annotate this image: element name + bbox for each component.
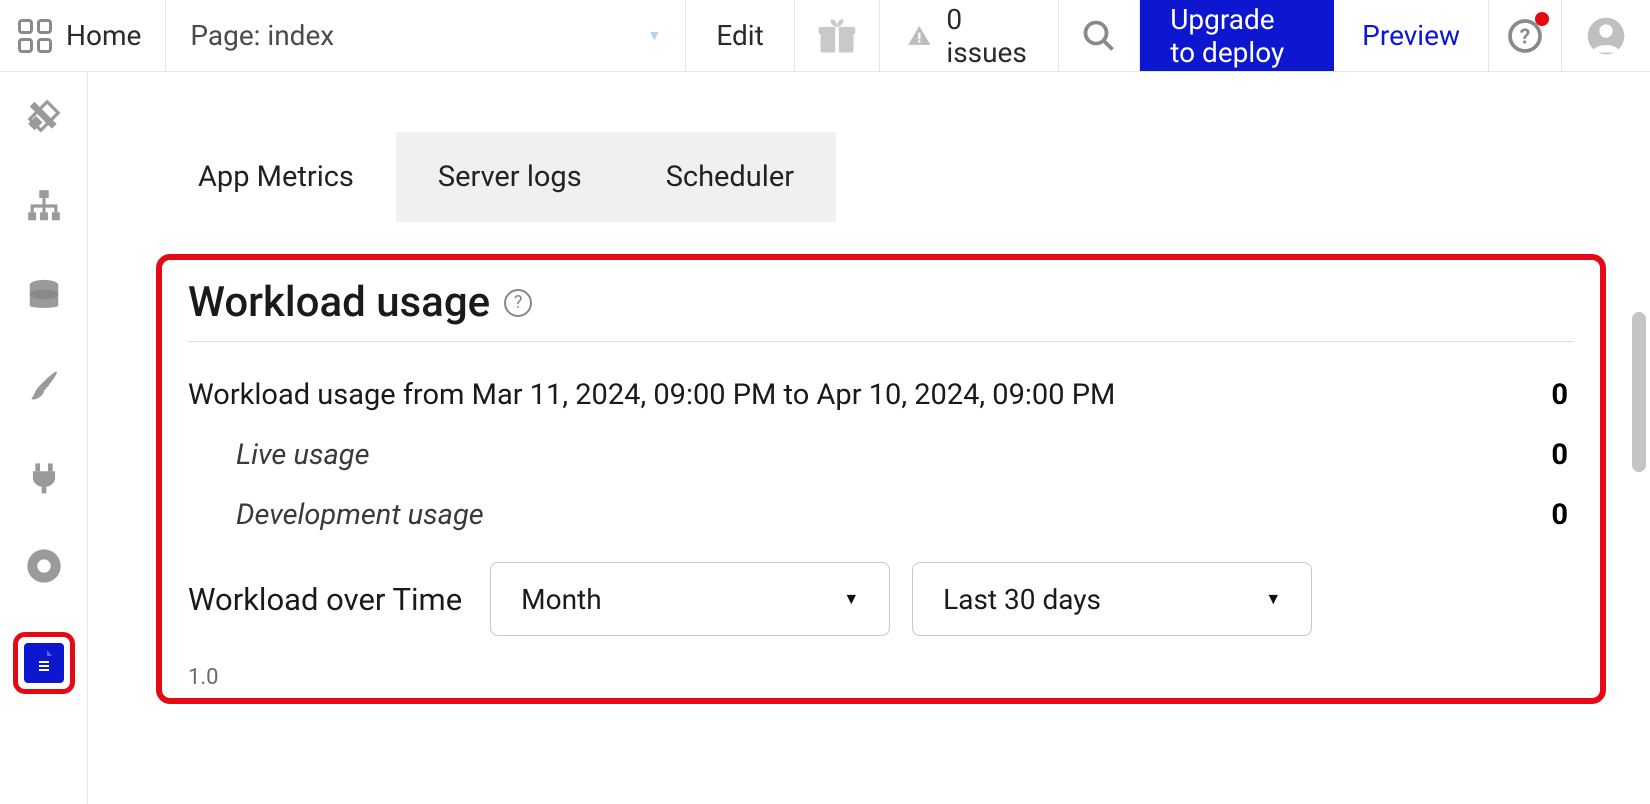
card-title: Workload usage [188, 278, 490, 327]
sidebar-data[interactable] [20, 272, 68, 320]
database-icon [25, 277, 63, 315]
sidebar-styles[interactable] [20, 362, 68, 410]
sitemap-icon [25, 187, 63, 225]
usage-range-value: 0 [1551, 378, 1574, 412]
document-icon [31, 648, 57, 678]
sidebar [0, 72, 88, 804]
sidebar-design[interactable] [20, 92, 68, 140]
search-button[interactable] [1059, 0, 1140, 71]
tabs: App Metrics Server logs Scheduler [156, 132, 1650, 222]
grid-icon [18, 19, 52, 53]
account-button[interactable] [1562, 0, 1650, 71]
range-dropdown-value: Last 30 days [943, 583, 1101, 616]
range-dropdown[interactable]: Last 30 days ▼ [912, 562, 1312, 636]
edit-button[interactable]: Edit [686, 0, 794, 71]
upgrade-label: Upgrade to deploy [1170, 3, 1304, 69]
workload-usage-card: Workload usage ? Workload usage from Mar… [156, 254, 1606, 704]
tab-server-logs[interactable]: Server logs [396, 132, 624, 222]
card-heading: Workload usage ? [188, 278, 1574, 327]
brush-icon [25, 367, 63, 405]
scrollbar[interactable] [1632, 312, 1646, 472]
warning-icon [906, 21, 933, 51]
chart-y-tick: 1.0 [188, 665, 219, 690]
help-icon[interactable]: ? [504, 289, 532, 317]
sidebar-workflow[interactable] [20, 182, 68, 230]
gear-icon [24, 546, 64, 586]
home-label: Home [66, 19, 141, 52]
layout: App Metrics Server logs Scheduler Worklo… [0, 72, 1650, 804]
sidebar-settings[interactable] [20, 542, 68, 590]
divider [188, 341, 1574, 342]
dev-usage-label: Development usage [188, 498, 484, 532]
help-button[interactable]: ? [1489, 0, 1562, 71]
preview-button[interactable]: Preview [1334, 0, 1489, 71]
sidebar-logs-highlight [13, 632, 75, 694]
preview-label: Preview [1362, 19, 1460, 52]
gift-button[interactable] [795, 0, 880, 71]
chevron-down-icon: ▼ [1265, 589, 1281, 609]
plug-icon [25, 457, 63, 495]
usage-range-label: Workload usage from Mar 11, 2024, 09:00 … [188, 378, 1115, 412]
usage-row-live: Live usage 0 [188, 438, 1574, 472]
topbar: Home Page: index ▼ Edit 0 issues Upgra [0, 0, 1650, 72]
workload-over-time-label: Workload over Time [188, 581, 462, 618]
tab-label: App Metrics [198, 160, 354, 194]
interval-dropdown[interactable]: Month ▼ [490, 562, 890, 636]
interval-dropdown-value: Month [521, 583, 601, 616]
edit-label: Edit [716, 19, 763, 52]
gift-icon [815, 14, 859, 58]
tab-label: Server logs [438, 160, 582, 194]
main: App Metrics Server logs Scheduler Worklo… [88, 72, 1650, 804]
live-usage-value: 0 [1551, 438, 1574, 472]
usage-row-total: Workload usage from Mar 11, 2024, 09:00 … [188, 378, 1574, 412]
home-button[interactable]: Home [0, 0, 166, 71]
page-selector-label: Page: index [190, 19, 334, 52]
tab-scheduler[interactable]: Scheduler [624, 132, 836, 222]
search-icon [1081, 18, 1117, 54]
dev-usage-value: 0 [1551, 498, 1574, 532]
issues-label: 0 issues [946, 3, 1032, 69]
tab-label: Scheduler [666, 160, 794, 194]
issues-button[interactable]: 0 issues [880, 0, 1059, 71]
usage-row-dev: Development usage 0 [188, 498, 1574, 532]
page-selector[interactable]: Page: index ▼ [166, 0, 686, 71]
upgrade-button[interactable]: Upgrade to deploy [1140, 0, 1334, 71]
chevron-down-icon: ▼ [843, 589, 859, 609]
chevron-down-icon: ▼ [648, 27, 662, 44]
sidebar-logs[interactable] [24, 643, 64, 683]
svg-text:?: ? [1520, 25, 1530, 49]
tab-app-metrics[interactable]: App Metrics [156, 132, 396, 222]
ruler-pencil-icon [25, 97, 63, 135]
notification-dot-icon [1535, 12, 1549, 26]
live-usage-label: Live usage [188, 438, 370, 472]
sidebar-plugins[interactable] [20, 452, 68, 500]
avatar-icon [1586, 16, 1626, 56]
controls-row: Workload over Time Month ▼ Last 30 days … [188, 562, 1574, 636]
